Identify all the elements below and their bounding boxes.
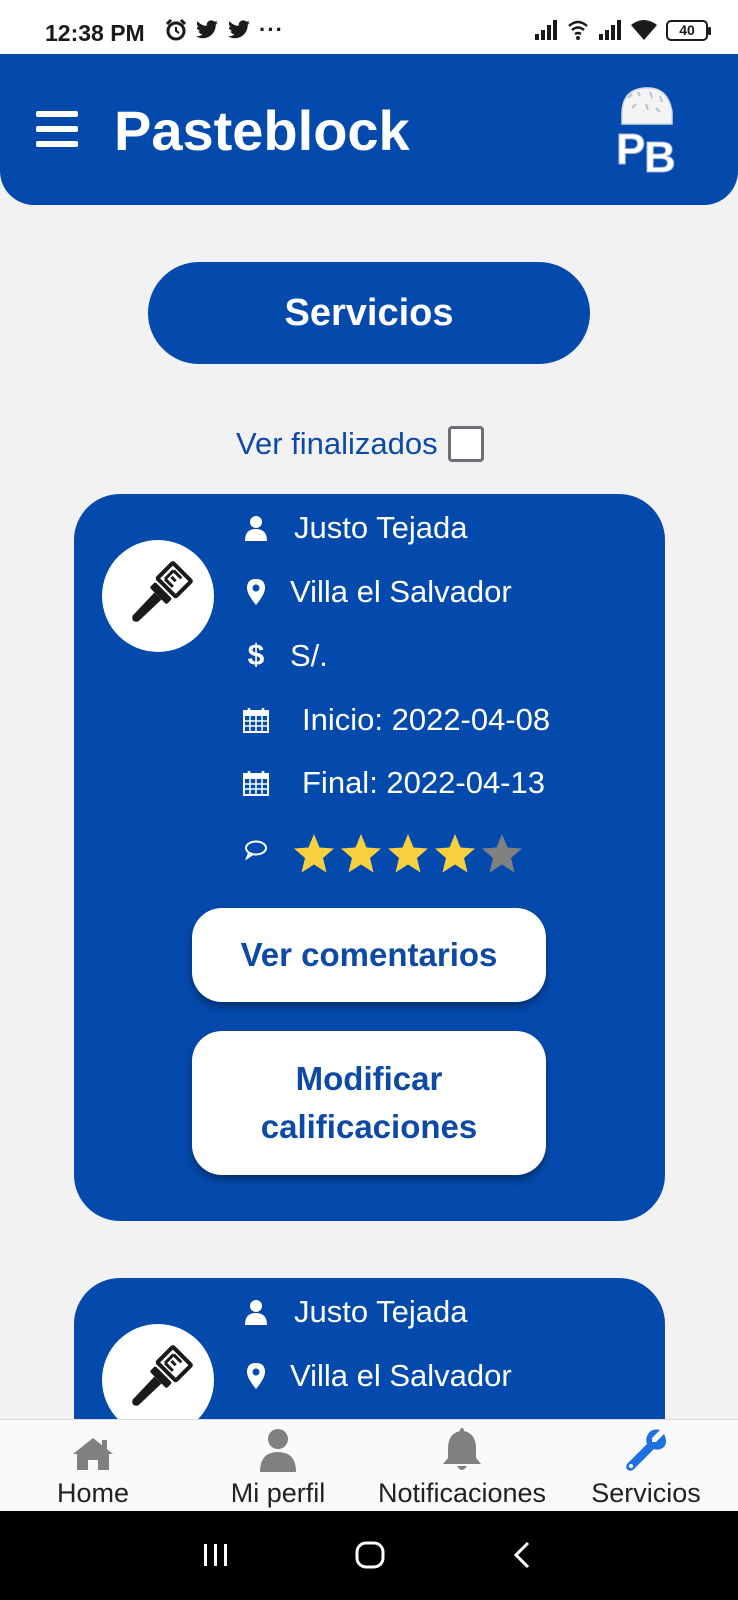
client-name: Justo Tejada bbox=[294, 1294, 468, 1329]
nav-services[interactable]: Servicios bbox=[586, 1420, 706, 1512]
wifi-icon bbox=[631, 20, 657, 40]
client-name-row: Justo Tejada bbox=[240, 1294, 468, 1330]
notification-icons: ··· bbox=[165, 19, 284, 41]
show-finished-label: Ver finalizados bbox=[236, 426, 438, 461]
price-row: $ S/. bbox=[240, 638, 328, 674]
service-card: Justo Tejada Villa el Salvador $ S/. Ini… bbox=[74, 494, 665, 1221]
end-date: Final: 2022-04-13 bbox=[302, 765, 545, 800]
show-finished-toggle[interactable]: Ver finalizados bbox=[236, 426, 484, 462]
star-filled-icon bbox=[435, 834, 475, 873]
rating-row bbox=[240, 840, 290, 860]
twitter-icon bbox=[228, 20, 250, 39]
location: Villa el Salvador bbox=[290, 1358, 512, 1393]
signal-icon bbox=[535, 20, 557, 40]
nav-profile-label: Mi perfil bbox=[230, 1478, 326, 1508]
battery-level: 40 bbox=[679, 22, 695, 38]
location-row: Villa el Salvador bbox=[240, 1358, 512, 1394]
recent-apps-button[interactable] bbox=[196, 1533, 236, 1577]
client-name: Justo Tejada bbox=[294, 510, 468, 545]
star-filled-icon bbox=[388, 834, 428, 873]
nav-notifications[interactable]: Notificaciones bbox=[368, 1420, 556, 1512]
service-avatar bbox=[102, 540, 214, 652]
wifi-calling-icon bbox=[568, 20, 588, 40]
modify-ratings-button[interactable]: Modificar calificaciones bbox=[192, 1031, 546, 1175]
start-date-row: Inicio: 2022-04-08 bbox=[240, 702, 550, 738]
bell-icon bbox=[443, 1428, 481, 1470]
svg-text:P: P bbox=[616, 125, 645, 174]
user-icon bbox=[240, 1299, 272, 1325]
calendar-icon bbox=[240, 707, 272, 733]
map-marker-icon bbox=[240, 579, 272, 605]
star-empty-icon bbox=[482, 834, 522, 873]
alarm-icon bbox=[165, 19, 187, 41]
client-name-row: Justo Tejada bbox=[240, 510, 468, 546]
end-date-row: Final: 2022-04-13 bbox=[240, 765, 545, 801]
calendar-icon bbox=[240, 770, 272, 796]
user-icon bbox=[260, 1429, 296, 1472]
map-marker-icon bbox=[240, 1363, 272, 1389]
paint-brush-icon bbox=[132, 561, 193, 622]
rating-stars bbox=[292, 832, 524, 876]
pasteblock-logo: P B bbox=[616, 87, 676, 174]
home-icon bbox=[73, 1438, 113, 1470]
nav-home-label: Home bbox=[56, 1478, 130, 1508]
home-circle-icon bbox=[355, 1541, 385, 1569]
battery-icon: 40 bbox=[666, 19, 711, 41]
price: S/. bbox=[290, 638, 328, 673]
home-system-button[interactable] bbox=[350, 1533, 390, 1577]
status-time: 12:38 PM bbox=[45, 20, 145, 46]
system-navigation-bar bbox=[0, 1511, 738, 1600]
location-row: Villa el Salvador bbox=[240, 574, 512, 610]
location: Villa el Salvador bbox=[290, 574, 512, 609]
system-icons: 40 bbox=[534, 19, 711, 41]
bottom-navigation: Home Mi perfil Notificaciones Servicios bbox=[0, 1419, 738, 1511]
recent-apps-icon bbox=[204, 1544, 227, 1566]
star-filled-icon bbox=[341, 834, 381, 873]
section-title-button[interactable]: Servicios bbox=[148, 262, 590, 364]
status-bar: 12:38 PM ··· 40 bbox=[0, 0, 738, 54]
dollar-icon: $ bbox=[247, 639, 265, 672]
nav-profile[interactable]: Mi perfil bbox=[218, 1420, 338, 1512]
menu-icon[interactable] bbox=[36, 111, 78, 147]
more-notifications-icon: ··· bbox=[259, 17, 284, 42]
nav-home[interactable]: Home bbox=[40, 1420, 146, 1512]
app-header: Pasteblock P B bbox=[0, 54, 738, 205]
wrench-icon bbox=[626, 1429, 666, 1471]
signal-icon bbox=[599, 20, 621, 40]
back-button[interactable] bbox=[502, 1533, 542, 1577]
user-icon bbox=[240, 515, 272, 541]
svg-text:B: B bbox=[644, 133, 676, 174]
nav-services-label: Servicios bbox=[591, 1478, 701, 1508]
paint-brush-icon bbox=[132, 1345, 193, 1406]
comment-icon bbox=[240, 840, 272, 860]
twitter-icon bbox=[196, 20, 218, 39]
nav-notifications-label: Notificaciones bbox=[377, 1478, 547, 1508]
start-date: Inicio: 2022-04-08 bbox=[302, 702, 551, 737]
star-filled-icon bbox=[294, 834, 334, 873]
show-finished-checkbox[interactable] bbox=[447, 426, 484, 462]
back-icon bbox=[513, 1541, 530, 1569]
app-title: Pasteblock bbox=[114, 99, 410, 162]
view-comments-button[interactable]: Ver comentarios bbox=[192, 908, 546, 1002]
